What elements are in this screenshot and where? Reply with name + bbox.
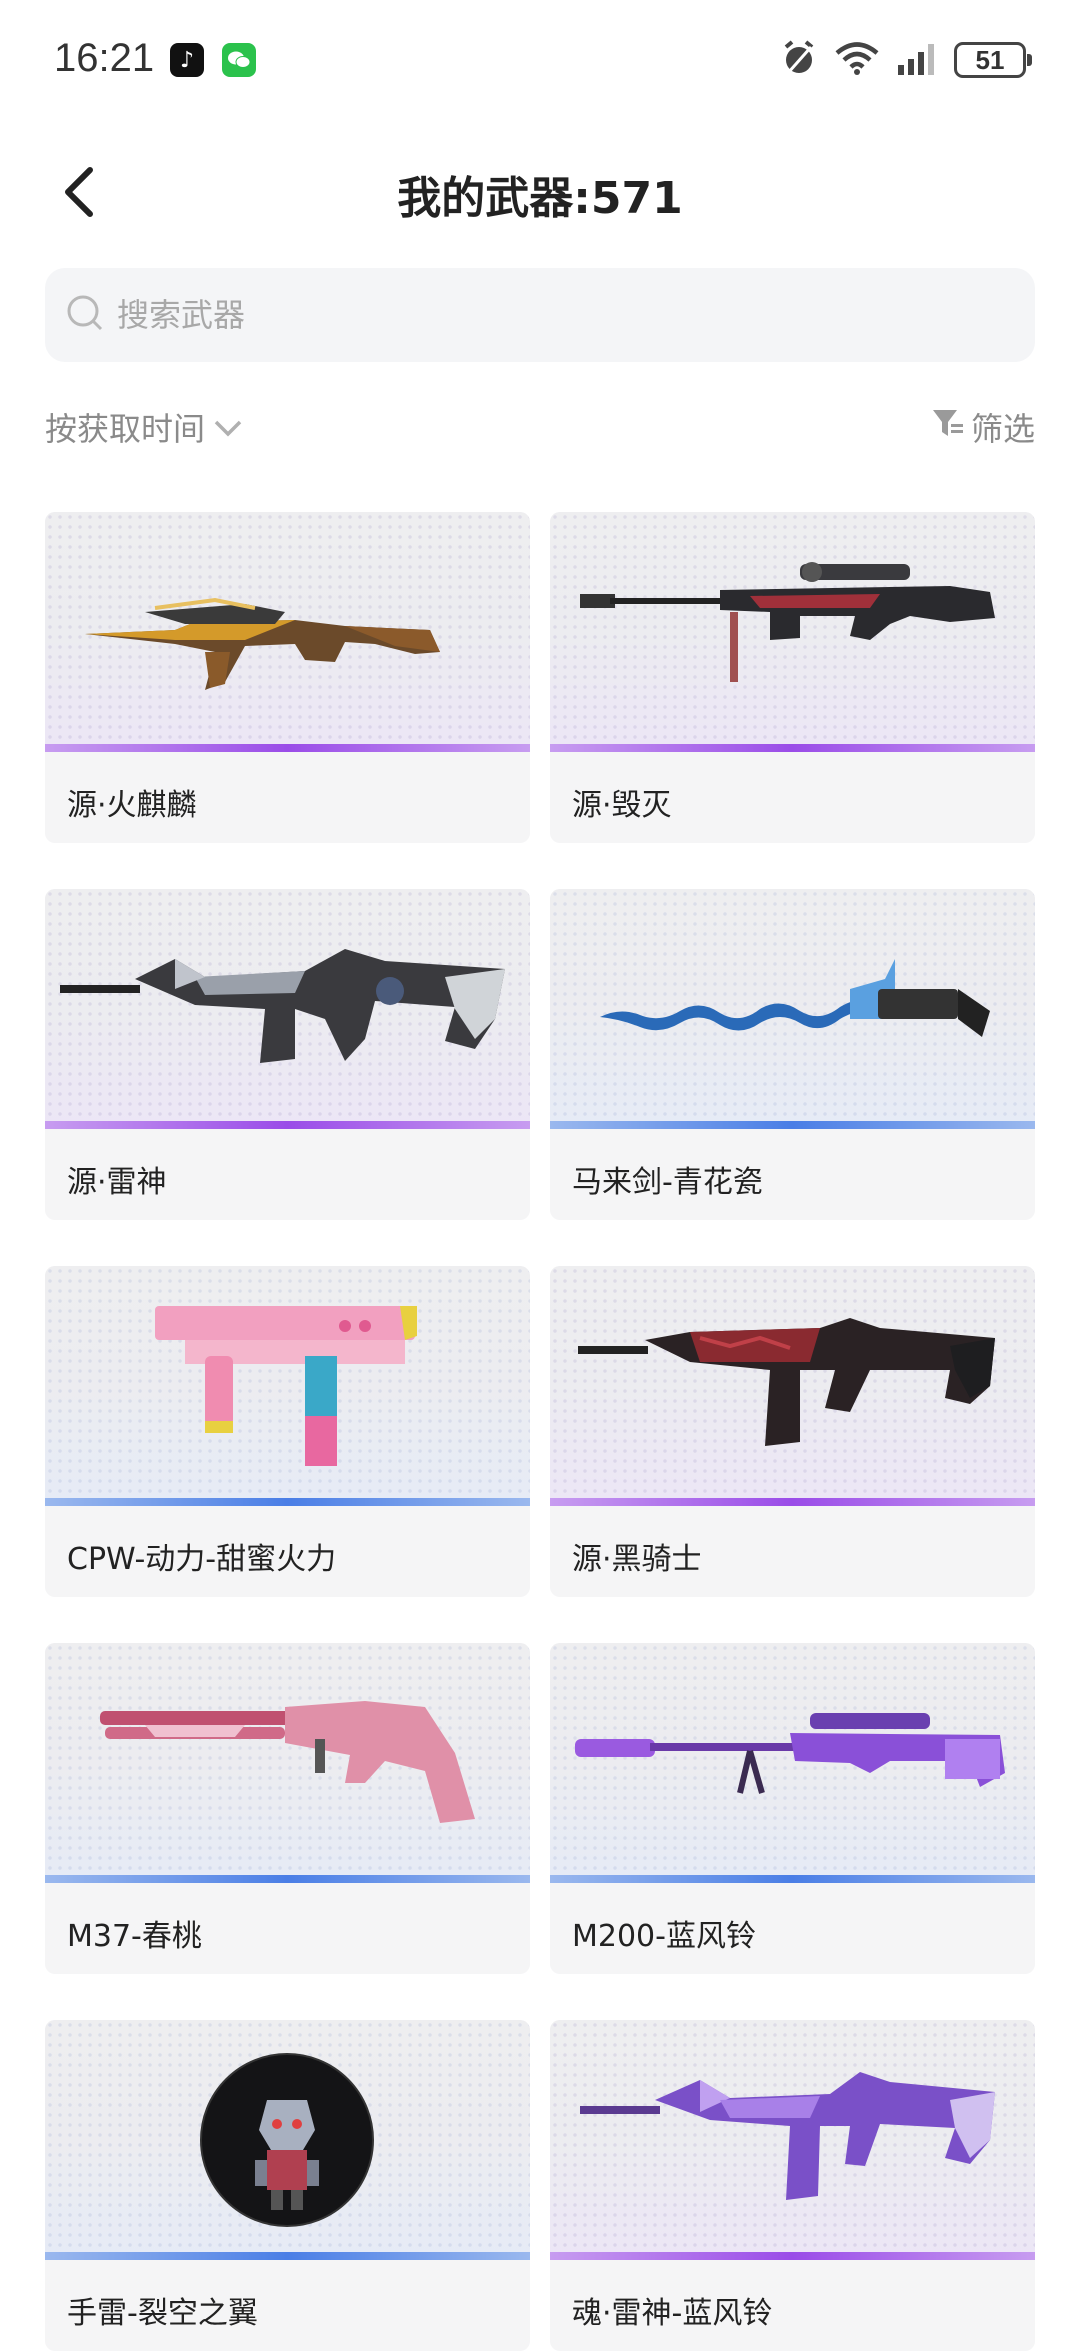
weapon-name: 魂·雷神-蓝风铃 bbox=[572, 2296, 773, 2331]
rarity-bar bbox=[550, 1121, 1035, 1129]
smg-pink-icon bbox=[155, 1306, 417, 1466]
weapon-image bbox=[550, 2020, 1035, 2260]
weapon-card[interactable]: 源·雷神 bbox=[45, 889, 530, 1220]
weapon-card[interactable]: M37-春桃 bbox=[45, 1643, 530, 1974]
rarity-bar bbox=[45, 1875, 530, 1883]
status-time: 16:21 bbox=[54, 36, 155, 80]
sort-label: 按获取时间 bbox=[45, 410, 206, 448]
weapon-image bbox=[45, 1643, 530, 1883]
filter-button[interactable]: 筛选 bbox=[931, 404, 1035, 450]
weapon-card[interactable]: 马来剑-青花瓷 bbox=[550, 889, 1035, 1220]
rarity-bar bbox=[45, 1498, 530, 1506]
sort-row: 按获取时间 筛选 bbox=[45, 404, 1035, 456]
weapon-name: 源·雷神 bbox=[67, 1165, 167, 1200]
weapon-card[interactable]: 魂·雷神-蓝风铃 bbox=[550, 2020, 1035, 2351]
rarity-bar bbox=[45, 2252, 530, 2260]
weapon-image bbox=[45, 889, 530, 1129]
search-input[interactable] bbox=[117, 296, 1017, 334]
weapon-card[interactable]: 源·黑骑士 bbox=[550, 1266, 1035, 1597]
weapon-image bbox=[550, 1266, 1035, 1506]
weapon-image bbox=[550, 512, 1035, 752]
rifle-purple-icon bbox=[580, 2072, 995, 2200]
weapon-name: 源·毁灭 bbox=[572, 788, 672, 823]
rarity-bar bbox=[550, 2252, 1035, 2260]
rifle-silver-icon bbox=[60, 949, 505, 1063]
status-bar: 16:21 ♪ 51 bbox=[0, 0, 1080, 120]
rarity-bar bbox=[550, 1498, 1035, 1506]
weapon-name: M37-春桃 bbox=[67, 1919, 202, 1954]
filter-icon bbox=[931, 406, 965, 448]
weapon-name: 马来剑-青花瓷 bbox=[572, 1165, 763, 1200]
weapon-name: 手雷-裂空之翼 bbox=[67, 2296, 258, 2331]
rarity-bar bbox=[550, 1875, 1035, 1883]
filter-label: 筛选 bbox=[970, 410, 1035, 448]
wechat-icon bbox=[222, 43, 256, 77]
sort-dropdown[interactable]: 按获取时间 bbox=[45, 404, 243, 450]
weapon-card[interactable]: 源·火麒麟 bbox=[45, 512, 530, 843]
weapon-image bbox=[45, 2020, 530, 2260]
shotgun-pink-icon bbox=[100, 1701, 475, 1823]
rarity-bar bbox=[45, 1121, 530, 1129]
rarity-bar bbox=[550, 744, 1035, 752]
weapon-grid: 源·火麒麟 源·毁灭 源·雷神 马来剑-青花瓷 CPW-动力-甜蜜火力 源·黑骑… bbox=[45, 512, 1035, 2351]
tiktok-icon: ♪ bbox=[170, 43, 204, 77]
alarm-icon bbox=[780, 39, 818, 81]
weapon-name: CPW-动力-甜蜜火力 bbox=[67, 1542, 337, 1577]
weapon-card[interactable]: 源·毁灭 bbox=[550, 512, 1035, 843]
weapon-name: 源·火麒麟 bbox=[67, 788, 197, 823]
kris-blade-icon bbox=[600, 959, 990, 1037]
weapon-card[interactable]: 手雷-裂空之翼 bbox=[45, 2020, 530, 2351]
search-icon bbox=[65, 293, 105, 337]
weapon-image bbox=[45, 512, 530, 752]
weapon-name: 源·黑骑士 bbox=[572, 1542, 702, 1577]
sniper-purple-icon bbox=[575, 1713, 1005, 1794]
weapon-image bbox=[45, 1266, 530, 1506]
grenade-icon bbox=[200, 2053, 374, 2227]
header: 我的武器:571 bbox=[0, 140, 1080, 240]
sniper-dark-icon bbox=[580, 562, 995, 682]
chevron-down-icon bbox=[213, 408, 243, 446]
rarity-bar bbox=[45, 744, 530, 752]
page-title: 我的武器:571 bbox=[397, 173, 683, 224]
weapon-name: M200-蓝风铃 bbox=[572, 1919, 756, 1954]
rifle-red-icon bbox=[578, 1318, 995, 1446]
search-box[interactable] bbox=[45, 268, 1035, 362]
weapon-card[interactable]: M200-蓝风铃 bbox=[550, 1643, 1035, 1974]
battery-indicator: 51 bbox=[954, 42, 1032, 78]
weapon-card[interactable]: CPW-动力-甜蜜火力 bbox=[45, 1266, 530, 1597]
signal-icon bbox=[896, 41, 938, 79]
weapon-image bbox=[550, 1643, 1035, 1883]
weapon-image bbox=[550, 889, 1035, 1129]
rifle-gold-icon bbox=[85, 597, 440, 690]
wifi-icon bbox=[834, 40, 880, 80]
